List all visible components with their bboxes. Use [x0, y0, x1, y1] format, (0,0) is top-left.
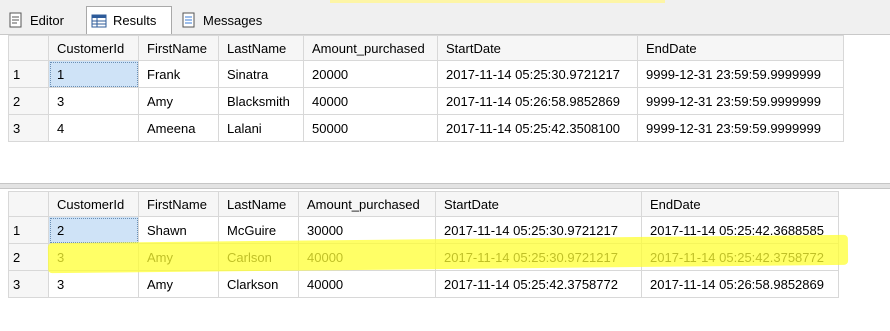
row-number[interactable]: 2 [8, 87, 49, 115]
editor-icon [9, 12, 22, 28]
table-row: 1 2 Shawn McGuire 30000 2017-11-14 05:25… [8, 216, 839, 244]
column-header[interactable]: Amount_purchased [298, 191, 436, 217]
table-cell[interactable]: 2017-11-14 05:26:58.9852869 [437, 87, 638, 115]
tab-editor-label: Editor [30, 12, 64, 28]
table-cell[interactable]: Ameena [138, 114, 219, 142]
document-tab-strip [330, 0, 665, 3]
row-number[interactable]: 1 [8, 60, 49, 88]
table-cell[interactable]: 9999-12-31 23:59:59.9999999 [637, 114, 844, 142]
table-cell[interactable]: 2017-11-14 05:25:30.9721217 [435, 243, 642, 271]
results-grid-1: CustomerId FirstName LastName Amount_pur… [8, 35, 844, 142]
table-cell[interactable]: 2017-11-14 05:26:58.9852869 [641, 270, 839, 298]
table-cell[interactable]: 4 [48, 114, 139, 142]
results-tab-bar: Editor Results Messages [0, 0, 890, 35]
table-cell[interactable]: 9999-12-31 23:59:59.9999999 [637, 87, 844, 115]
table-cell[interactable]: 40000 [303, 87, 438, 115]
table-cell[interactable]: 30000 [298, 216, 436, 244]
table-cell[interactable]: 50000 [303, 114, 438, 142]
row-number[interactable]: 3 [8, 270, 49, 298]
tab-results-label: Results [113, 13, 157, 28]
table-cell[interactable]: 2017-11-14 05:25:42.3758772 [641, 243, 839, 271]
tab-editor[interactable]: Editor [4, 7, 78, 33]
grid-corner[interactable] [8, 35, 49, 61]
grid-corner[interactable] [8, 191, 49, 217]
table-cell[interactable]: 2017-11-14 05:25:30.9721217 [435, 216, 642, 244]
table-row: 2 3 Amy Blacksmith 40000 2017-11-14 05:2… [8, 87, 844, 115]
tab-messages-label: Messages [203, 12, 263, 28]
row-number[interactable]: 1 [8, 216, 49, 244]
column-header[interactable]: FirstName [138, 191, 219, 217]
column-header[interactable]: LastName [218, 35, 304, 61]
column-header[interactable]: LastName [218, 191, 299, 217]
table-cell[interactable]: McGuire [218, 216, 299, 244]
table-row: 3 4 Ameena Lalani 50000 2017-11-14 05:25… [8, 114, 844, 142]
table-cell[interactable]: 1 [48, 60, 139, 88]
table-row: 1 1 Frank Sinatra 20000 2017-11-14 05:25… [8, 60, 844, 88]
table-cell[interactable]: Clarkson [218, 270, 299, 298]
table-cell[interactable]: Amy [138, 87, 219, 115]
row-number[interactable]: 3 [8, 114, 49, 142]
table-cell[interactable]: Amy [138, 243, 219, 271]
column-header[interactable]: StartDate [437, 35, 638, 61]
table-cell[interactable]: Blacksmith [218, 87, 304, 115]
table-cell[interactable]: 20000 [303, 60, 438, 88]
table-cell[interactable]: 3 [48, 270, 139, 298]
column-header[interactable]: EndDate [641, 191, 839, 217]
messages-icon [182, 12, 195, 28]
table-cell[interactable]: 2017-11-14 05:25:42.3758772 [435, 270, 642, 298]
results-grid-2: CustomerId FirstName LastName Amount_pur… [8, 191, 839, 298]
grid-icon [91, 14, 107, 27]
table-cell[interactable]: 2 [48, 216, 139, 244]
table-cell[interactable]: Lalani [218, 114, 304, 142]
table-cell[interactable]: Sinatra [218, 60, 304, 88]
table-cell[interactable]: 2017-11-14 05:25:42.3688585 [641, 216, 839, 244]
row-number[interactable]: 2 [8, 243, 49, 271]
table-cell[interactable]: 40000 [298, 270, 436, 298]
table-row: 2 3 Amy Carlson 40000 2017-11-14 05:25:3… [8, 243, 839, 271]
tab-results[interactable]: Results [86, 6, 172, 34]
table-cell[interactable]: 40000 [298, 243, 436, 271]
table-cell[interactable]: Shawn [138, 216, 219, 244]
grid-header-row: CustomerId FirstName LastName Amount_pur… [8, 35, 844, 61]
column-header[interactable]: StartDate [435, 191, 642, 217]
table-row: 3 3 Amy Clarkson 40000 2017-11-14 05:25:… [8, 270, 839, 298]
table-cell[interactable]: 2017-11-14 05:25:42.3508100 [437, 114, 638, 142]
table-cell[interactable]: 3 [48, 87, 139, 115]
column-header[interactable]: CustomerId [48, 35, 139, 61]
pane-splitter[interactable] [0, 183, 890, 189]
column-header[interactable]: FirstName [138, 35, 219, 61]
table-cell[interactable]: 9999-12-31 23:59:59.9999999 [637, 60, 844, 88]
tab-messages[interactable]: Messages [177, 7, 273, 33]
table-cell[interactable]: Carlson [218, 243, 299, 271]
table-cell[interactable]: 3 [48, 243, 139, 271]
table-cell[interactable]: Frank [138, 60, 219, 88]
table-cell[interactable]: 2017-11-14 05:25:30.9721217 [437, 60, 638, 88]
column-header[interactable]: Amount_purchased [303, 35, 438, 61]
column-header[interactable]: EndDate [637, 35, 844, 61]
grid-header-row: CustomerId FirstName LastName Amount_pur… [8, 191, 839, 217]
column-header[interactable]: CustomerId [48, 191, 139, 217]
table-cell[interactable]: Amy [138, 270, 219, 298]
